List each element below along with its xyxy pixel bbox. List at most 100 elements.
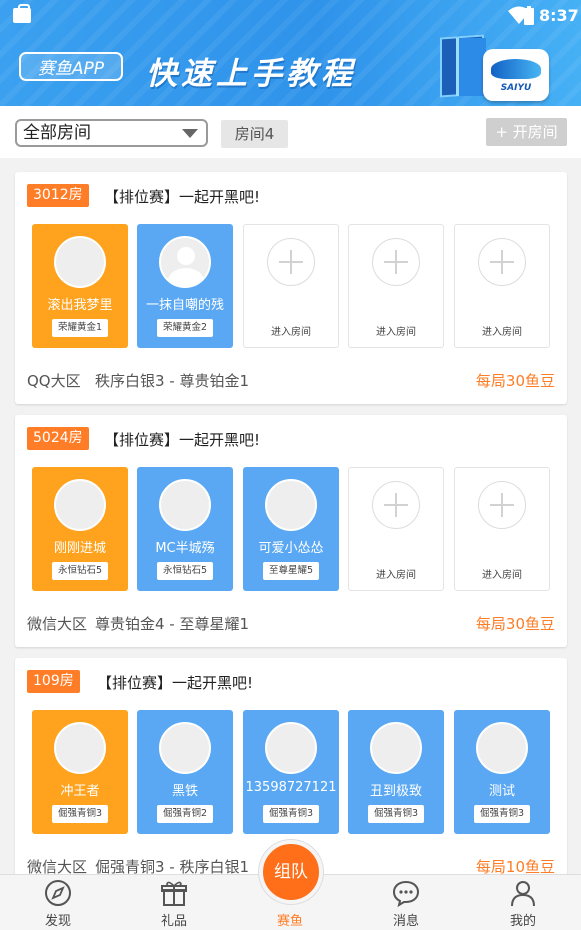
player-slot[interactable]: MC半城殇永恒钻石5 — [137, 467, 233, 591]
status-time: 8:37 — [539, 6, 579, 25]
nav-label: 我的 — [509, 914, 536, 929]
nav-discover[interactable]: 发现 — [18, 875, 98, 930]
player-slot[interactable]: 可爱小怂怂 至尊星耀5 — [243, 467, 339, 591]
player-name: 冲王者 — [60, 784, 100, 799]
entry-fee: 每局30鱼豆 — [475, 372, 555, 390]
player-slots: 冲王者 倔强青铜3 黑铁 倔强青铜2 13598727121 倔强青铜3 丑到极致 倔强青铜3… — [32, 710, 550, 835]
avatar — [54, 722, 106, 774]
join-label: 进入房间 — [482, 327, 522, 338]
avatar — [265, 722, 317, 774]
rank-range: 尊贵铂金4 - 至尊星耀1 — [95, 615, 250, 633]
plus-icon — [372, 481, 420, 529]
avatar — [370, 722, 422, 774]
room-footer: QQ大区 秩序白银3 - 尊贵铂金1 每局30鱼豆 — [27, 370, 555, 391]
rank-badge: 永恒钻石5 — [52, 562, 108, 580]
avatar — [54, 479, 106, 531]
plus-icon — [372, 238, 420, 286]
hero-banner[interactable]: 8:37 赛鱼APP 快速上手教程 SAIYU — [0, 0, 581, 106]
player-slot[interactable]: 冲王者倔强青铜3 — [32, 710, 128, 834]
logo-text: SAIYU — [500, 83, 532, 93]
join-label: 进入房间 — [376, 570, 416, 581]
entry-fee: 每局30鱼豆 — [475, 615, 555, 633]
nav-label: 消息 — [392, 914, 419, 929]
player-slot[interactable]: 黑铁倔强青铜2 — [137, 710, 233, 834]
player-name: 13598727121 — [245, 780, 337, 795]
battery-icon — [524, 6, 534, 25]
server-zone: QQ大区 — [27, 372, 81, 390]
room-number-badge: 3012房 — [27, 184, 89, 207]
avatar — [159, 722, 211, 774]
player-slot[interactable]: 测试倔强青铜3 — [454, 710, 550, 834]
join-room-slot[interactable]: 进入房间 — [348, 467, 444, 591]
join-label: 进入房间 — [482, 570, 522, 581]
rank-badge: 荣耀黄金2 — [157, 319, 213, 337]
player-name: MC半城殇 — [155, 541, 215, 556]
player-slot[interactable]: 刚刚进城永恒钻石5 — [32, 467, 128, 591]
room-number-badge: 5024房 — [27, 427, 89, 450]
caret-down-icon — [182, 129, 198, 138]
player-slot[interactable]: 13598727121 倔强青铜3 — [243, 710, 339, 834]
saiyu-logo: SAIYU — [483, 49, 549, 101]
join-room-slot[interactable]: 进入房间 — [243, 224, 339, 348]
player-name: 丑到极致 — [369, 784, 422, 799]
rank-badge: 倔强青铜2 — [157, 805, 213, 823]
avatar — [159, 236, 211, 288]
team-up-button[interactable]: 组队 — [259, 840, 323, 904]
filter-bar: 全部房间 房间4 + 开房间 — [0, 106, 581, 158]
plus-icon — [478, 481, 526, 529]
rank-range: 秩序白银3 - 尊贵铂金1 — [95, 372, 250, 390]
avatar — [476, 722, 528, 774]
rank-badge: 至尊星耀5 — [263, 562, 319, 580]
room-title: 【排位赛】一起开黑吧! — [104, 188, 261, 206]
join-room-slot[interactable]: 进入房间 — [454, 467, 550, 591]
rank-badge: 倔强青铜3 — [52, 805, 108, 823]
nav-label: 赛鱼 — [276, 914, 303, 929]
player-name: 刚刚进城 — [53, 541, 106, 556]
status-bar: 8:37 — [0, 0, 581, 32]
player-name: 一抹自嘲的残 — [145, 298, 224, 313]
plus-icon — [267, 238, 315, 286]
room-select-value: 全部房间 — [23, 123, 91, 143]
user-icon — [511, 881, 535, 907]
player-slots: 滚出我梦里 荣耀黄金1 一抹自嘲的残 荣耀黄金2 进入房间 进入房间 进入房间 — [32, 224, 550, 349]
player-slot[interactable]: 滚出我梦里 荣耀黄金1 — [32, 224, 128, 348]
fish-logo-icon — [491, 59, 541, 79]
room-card[interactable]: 3012房 【排位赛】一起开黑吧! 滚出我梦里 荣耀黄金1 一抹自嘲的残 荣耀黄金2 进入房… — [15, 172, 567, 404]
room-count-badge: 房间4 — [221, 120, 288, 148]
nav-messages[interactable]: 消息 — [366, 875, 446, 930]
banner-title: 快速上手教程 — [146, 56, 356, 92]
shopping-bag-icon — [13, 4, 31, 23]
join-room-slot[interactable]: 进入房间 — [348, 224, 444, 348]
nav-gift[interactable]: 礼品 — [134, 875, 214, 930]
join-room-slot[interactable]: 进入房间 — [454, 224, 550, 348]
player-name: 黑铁 — [171, 784, 198, 799]
gift-icon — [161, 881, 187, 906]
open-room-button[interactable]: + 开房间 — [486, 118, 567, 146]
nav-profile[interactable]: 我的 — [483, 875, 563, 930]
app-badge: 赛鱼APP — [19, 52, 123, 81]
player-slot[interactable]: 丑到极致倔强青铜3 — [348, 710, 444, 834]
join-label: 进入房间 — [376, 327, 416, 338]
nav-label: 发现 — [44, 914, 71, 929]
avatar — [54, 236, 106, 288]
rank-badge: 倔强青铜3 — [474, 805, 530, 823]
room-title: 【排位赛】一起开黑吧! — [104, 431, 261, 449]
rank-badge: 倔强青铜3 — [263, 805, 319, 823]
book-spine-icon — [456, 38, 486, 96]
avatar — [265, 479, 317, 531]
room-number-badge: 109房 — [27, 670, 80, 693]
room-card[interactable]: 5024房 【排位赛】一起开黑吧! 刚刚进城 永恒钻石5 MC半城殇 永恒钻石5 可爱小怂怂… — [15, 415, 567, 647]
player-slot[interactable]: 一抹自嘲的残 荣耀黄金2 — [137, 224, 233, 348]
room-footer: 微信大区 尊贵铂金4 - 至尊星耀1 每局30鱼豆 — [27, 613, 555, 634]
nav-label: 礼品 — [160, 914, 187, 929]
plus-icon — [478, 238, 526, 286]
player-name: 测试 — [488, 784, 515, 799]
room-title: 【排位赛】一起开黑吧! — [97, 674, 254, 692]
rank-badge: 永恒钻石5 — [157, 562, 213, 580]
server-zone: 微信大区 — [27, 615, 88, 633]
rank-badge: 倔强青铜3 — [368, 805, 424, 823]
avatar — [159, 479, 211, 531]
player-slots: 刚刚进城 永恒钻石5 MC半城殇 永恒钻石5 可爱小怂怂 至尊星耀5 进入房间 进入房间 — [32, 467, 550, 592]
room-type-select[interactable]: 全部房间 — [15, 119, 208, 147]
rank-badge: 荣耀黄金1 — [52, 319, 108, 337]
